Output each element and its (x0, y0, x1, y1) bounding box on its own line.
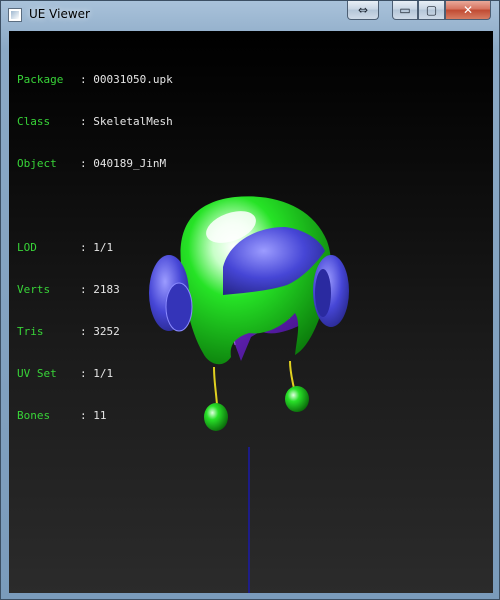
info-value: 1/1 (93, 241, 114, 254)
info-separator: : (80, 115, 87, 128)
info-row-tris: Tris: 3252 (17, 325, 173, 339)
info-label: Tris (17, 325, 44, 338)
info-label: Object (17, 157, 57, 170)
info-row-verts: Verts: 2183 (17, 283, 173, 297)
info-value: SkeletalMesh (93, 115, 173, 128)
3d-viewport[interactable]: Package: 00031050.upk Class: SkeletalMes… (9, 31, 493, 593)
swap-arrows-icon: ⇔ (357, 3, 369, 17)
mesh-info-overlay: Package: 00031050.upk Class: SkeletalMes… (17, 45, 173, 451)
info-row-object: Object: 040189_JinM (17, 157, 173, 171)
app-icon[interactable] (8, 8, 22, 22)
info-separator: : (80, 73, 87, 86)
maximize-icon: ▢ (425, 3, 438, 17)
info-label: LOD (17, 241, 37, 254)
info-separator: : (80, 367, 87, 380)
info-separator: : (80, 283, 87, 296)
info-value: 1/1 (93, 367, 114, 380)
info-separator: : (80, 325, 87, 338)
info-row-lod: LOD: 1/1 (17, 241, 173, 255)
info-row-bones: Bones: 11 (17, 409, 173, 423)
info-label: Package (17, 73, 64, 86)
info-row-class: Class: SkeletalMesh (17, 115, 173, 129)
info-label: Verts (17, 283, 51, 296)
title-bar[interactable]: UE Viewer ⇔ ▭ ▢ ✕ (1, 1, 499, 29)
info-label: Bones (17, 409, 51, 422)
info-label: UV Set (17, 367, 57, 380)
swap-button[interactable]: ⇔ (347, 1, 379, 20)
info-row-package: Package: 00031050.upk (17, 73, 173, 87)
info-value: 00031050.upk (93, 73, 173, 86)
info-separator: : (80, 241, 87, 254)
minimize-button[interactable]: ▭ (392, 1, 418, 20)
info-label: Class (17, 115, 51, 128)
minimize-icon: ▭ (399, 3, 411, 17)
info-value: 11 (93, 409, 107, 422)
app-window: UE Viewer ⇔ ▭ ▢ ✕ Package: 00031050.upk… (0, 0, 500, 600)
window-title: UE Viewer (29, 7, 90, 21)
info-separator: : (80, 409, 87, 422)
pompom-left (204, 403, 228, 431)
info-value: 2183 (93, 283, 120, 296)
info-separator: : (80, 157, 87, 170)
info-value: 3252 (93, 325, 120, 338)
info-row-uvset: UV Set: 1/1 (17, 367, 173, 381)
pompom-right (285, 386, 309, 412)
close-button[interactable]: ✕ (445, 1, 491, 20)
info-value: 040189_JinM (93, 157, 167, 170)
close-icon: ✕ (462, 3, 474, 17)
maximize-button[interactable]: ▢ (418, 1, 445, 20)
